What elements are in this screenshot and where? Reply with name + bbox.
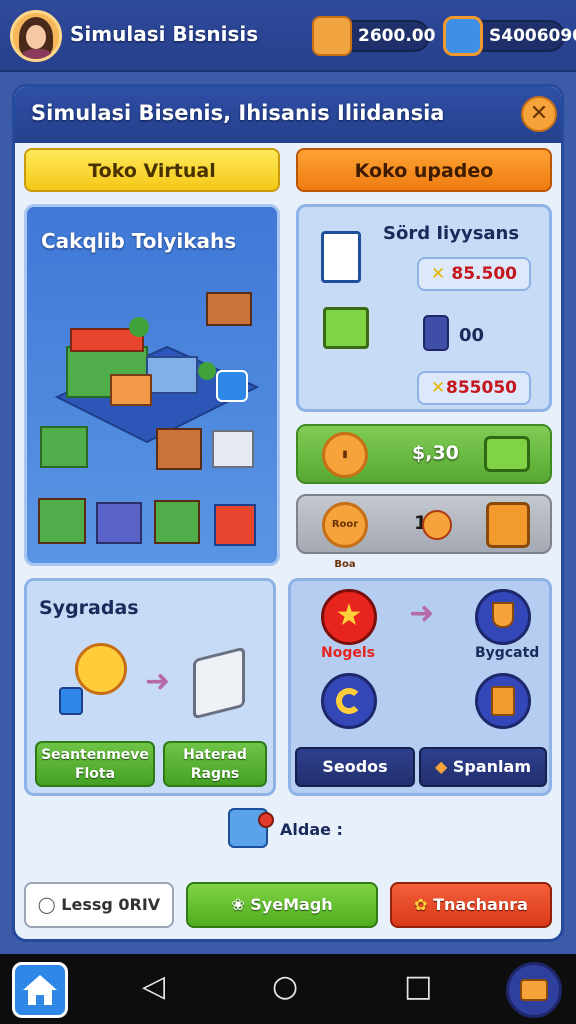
- log-label: Lessg 0RIV: [61, 895, 161, 914]
- income-bar[interactable]: ▮ $,30: [296, 424, 552, 484]
- spanlam-button[interactable]: ◆ Spanlam: [419, 747, 547, 787]
- coin-x-icon: ✕: [431, 264, 446, 284]
- seodos-button[interactable]: Seodos: [295, 747, 415, 787]
- system-nav-bar: ◁ ○ □: [0, 954, 576, 1024]
- crate-icon: [486, 502, 530, 548]
- alert-text: Aldae :: [280, 820, 343, 839]
- briefcase-icon: [520, 979, 548, 1001]
- price-1-value: 85.500: [451, 264, 517, 284]
- recents-icon[interactable]: □: [404, 972, 432, 1002]
- star-badge-icon[interactable]: ★: [321, 589, 377, 645]
- ticket-icon: ◆: [434, 757, 448, 776]
- coin-balance-value: 2600.00: [358, 26, 436, 46]
- isometric-city-icon: [38, 292, 260, 546]
- refresh-icon[interactable]: [321, 673, 377, 729]
- income-value: $,30: [412, 442, 459, 464]
- coin-balance[interactable]: 2600.00: [312, 16, 435, 56]
- price-pill-1[interactable]: ✕ 85.500: [417, 257, 531, 291]
- price-2-value: 855050: [446, 378, 517, 398]
- upgrades-card: Sygradas ➜ Seantenmeve Flota Haterad Rag…: [24, 578, 276, 796]
- van-icon: [193, 646, 245, 720]
- gem-balance-value: S4006090: [489, 26, 576, 46]
- jar-icon: [423, 315, 449, 351]
- bygcatd-label: Bygcatd: [475, 645, 540, 661]
- chat-icon: ◯: [37, 895, 56, 914]
- coin-x-icon: ✕: [431, 378, 446, 398]
- coin-label-icon: Roor Boa: [322, 502, 368, 570]
- panel-title: Simulasi Bisenis, Ihisanis Iliidansia: [31, 101, 445, 125]
- trade-button[interactable]: ✿ Tnachanra: [390, 882, 552, 928]
- upgrades-title: Sygradas: [39, 597, 139, 619]
- quantity-value: 00: [459, 325, 485, 346]
- book-icon[interactable]: [475, 673, 531, 729]
- delivery-scooter-icon: [75, 643, 127, 695]
- gem-chest-icon: [443, 16, 483, 56]
- city-map-card[interactable]: Cakqlib Tolyikahs: [24, 204, 280, 566]
- sales-card-title: Sörd Iiyysans: [383, 223, 520, 244]
- market-stall-icon: [323, 307, 369, 349]
- player-avatar[interactable]: [10, 10, 62, 62]
- arrow-right-icon: ➜: [145, 664, 171, 699]
- app-title: Simulasi Bisnisis: [70, 22, 259, 46]
- house-icon: [23, 975, 57, 1005]
- arrow-right-icon: ➜: [409, 596, 435, 631]
- close-button[interactable]: ✕: [521, 96, 557, 132]
- money-bag-icon: [312, 16, 352, 56]
- coin-icon: ▮: [322, 432, 368, 478]
- sales-card: Sörd Iiyysans ✕ 85.500 00 ✕ 855050: [296, 204, 552, 412]
- home-button[interactable]: [12, 962, 68, 1018]
- notification-dot-icon: [258, 812, 274, 828]
- back-icon[interactable]: ◁: [142, 972, 165, 1002]
- tab-virtual-store[interactable]: Toko Virtual: [24, 148, 280, 192]
- log-button[interactable]: ◯ Lessg 0RIV: [24, 882, 174, 928]
- trophy-icon[interactable]: [475, 589, 531, 645]
- actions-card: ★ Nogels ➜ Bygcatd Seodos ◆ Spanlam: [288, 578, 552, 796]
- people-icon: ❀: [231, 895, 245, 914]
- spanlam-label: Spanlam: [452, 757, 531, 776]
- handshake-icon: ✿: [414, 895, 428, 914]
- upgrade-fleet-button[interactable]: Seantenmeve Flota: [35, 741, 155, 787]
- nogels-label: Nogels: [321, 645, 375, 661]
- panel-header: Simulasi Bisenis, Ihisanis Iliidansia ✕: [15, 87, 561, 143]
- small-tablet-icon: [59, 687, 83, 715]
- briefcase-button[interactable]: [506, 962, 562, 1018]
- home-circle-icon[interactable]: ○: [272, 972, 298, 1002]
- alert-row[interactable]: Aldae :: [228, 808, 388, 852]
- upgrade-range-button[interactable]: Haterad Ragns: [163, 741, 267, 787]
- truck-icon: [484, 436, 530, 472]
- swirl-icon: [422, 510, 452, 540]
- product-tablet-icon: [321, 231, 361, 283]
- sync-button[interactable]: ❀ SyeMagh: [186, 882, 378, 928]
- gem-balance[interactable]: S4006090: [443, 16, 576, 56]
- expense-bar[interactable]: Roor Boa 1: [296, 494, 552, 570]
- sync-label: SyeMagh: [250, 895, 333, 914]
- tab-store-update[interactable]: Koko upadeo: [296, 148, 552, 192]
- top-bar: Simulasi Bisnisis 2600.00 S4006090: [0, 0, 576, 72]
- price-pill-2[interactable]: ✕ 855050: [417, 371, 531, 405]
- trade-label: Tnachanra: [433, 895, 528, 914]
- map-card-title: Cakqlib Tolyikahs: [41, 229, 237, 253]
